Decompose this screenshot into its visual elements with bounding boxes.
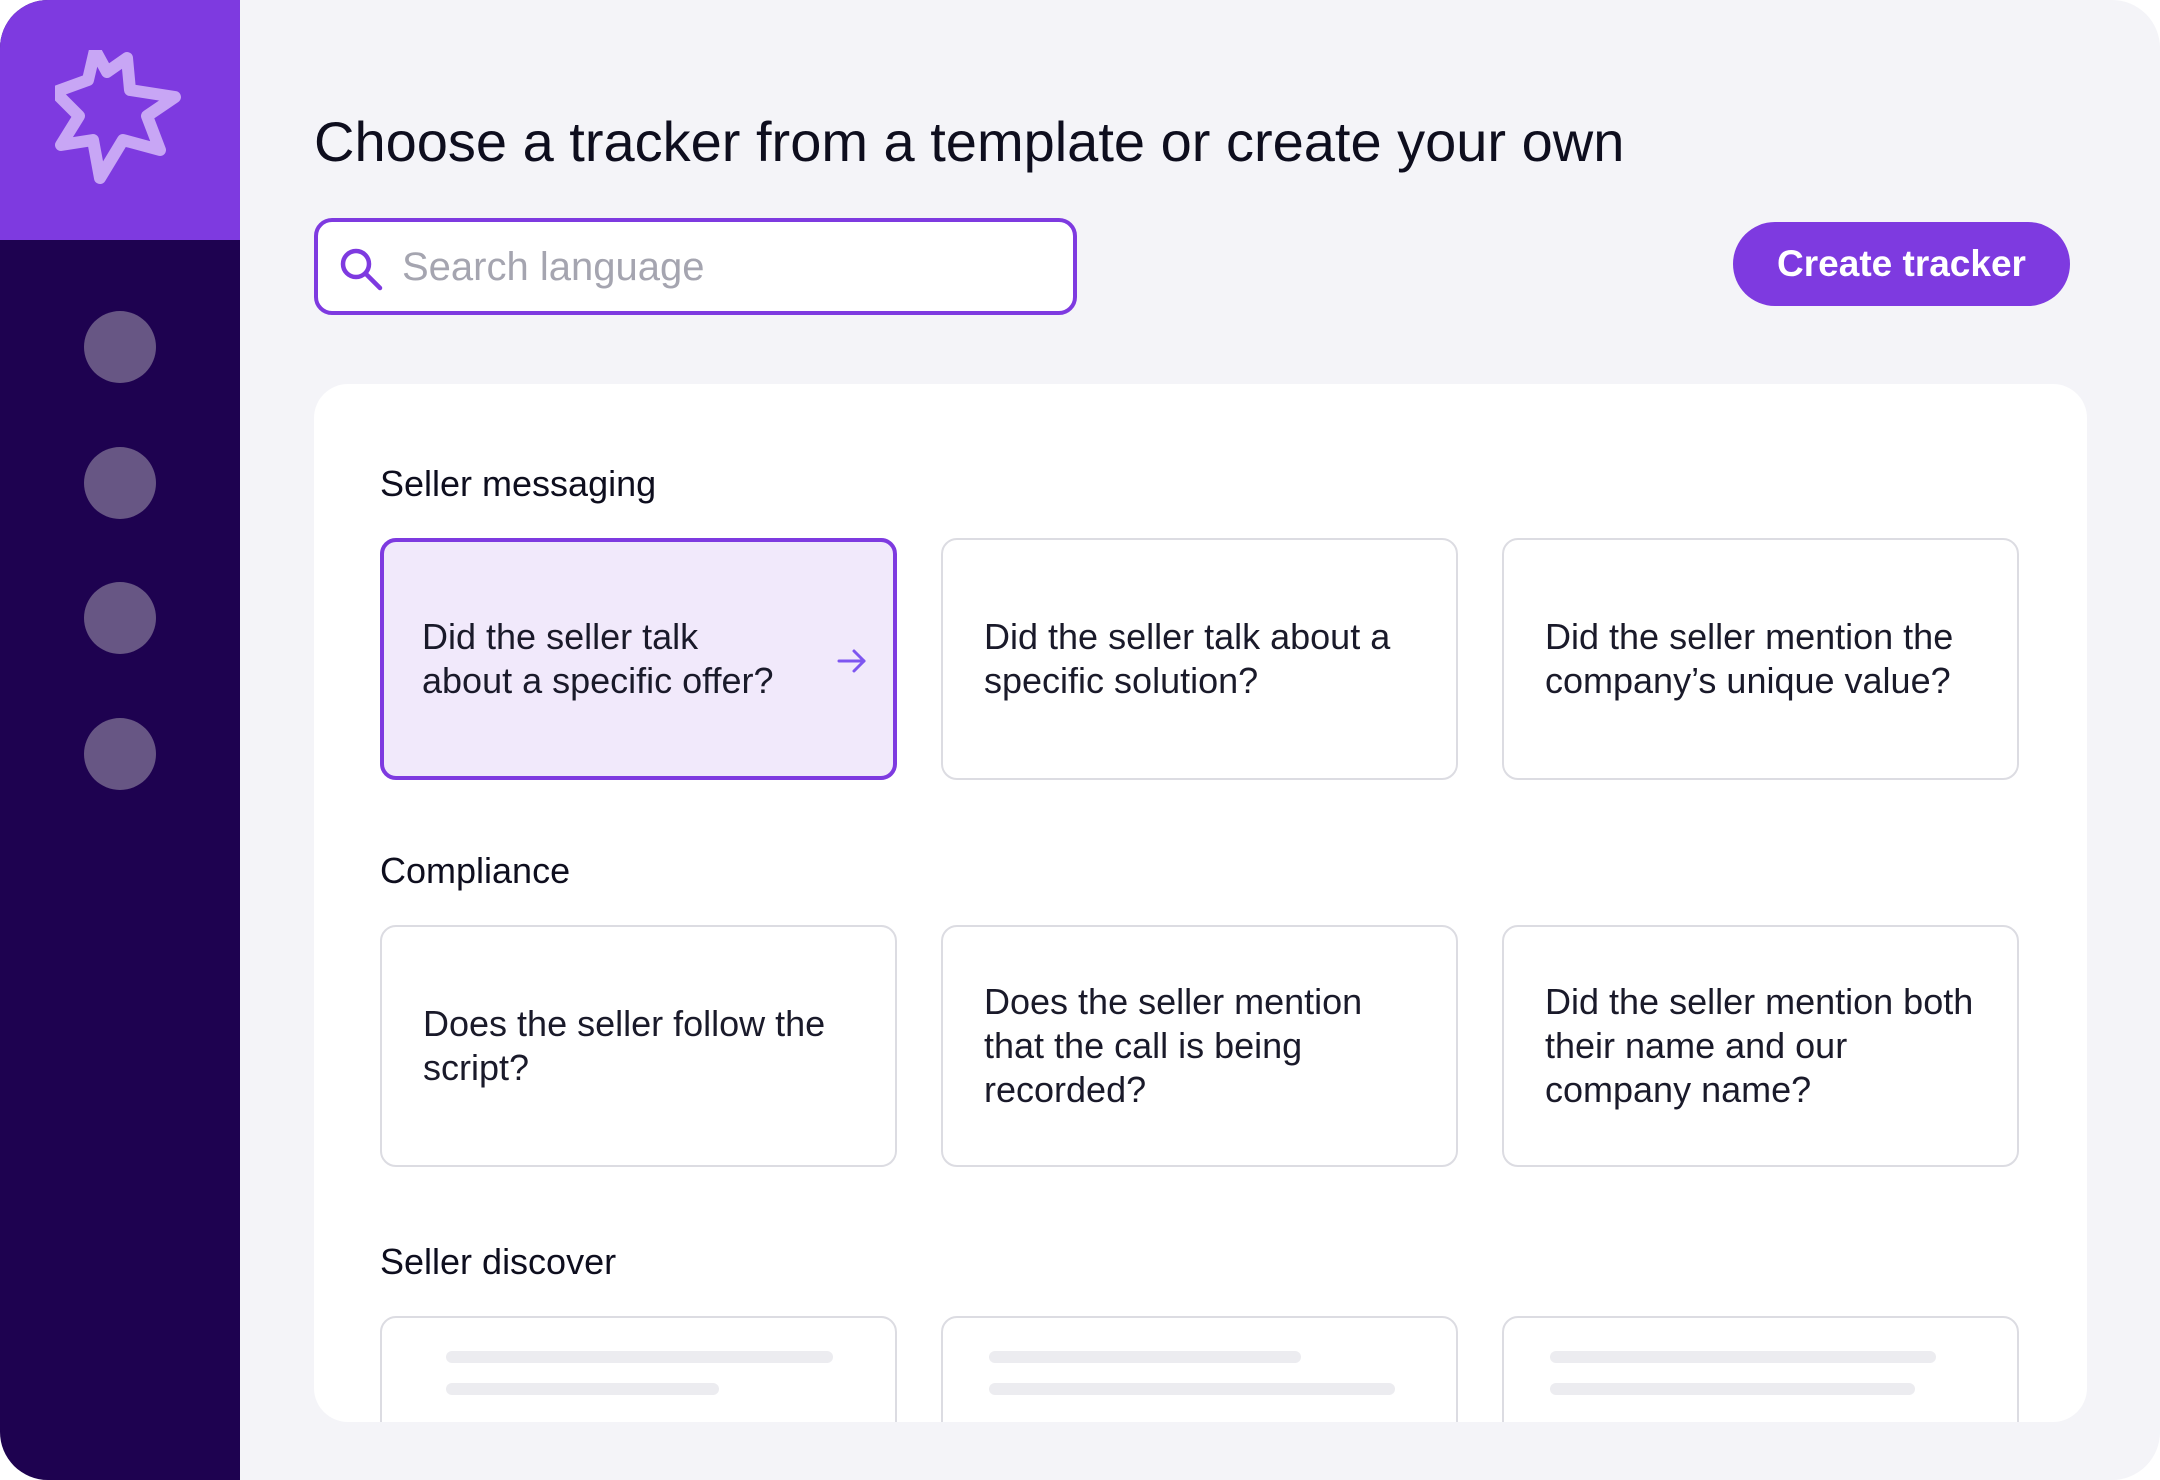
template-card-name-and-company[interactable]: Did the seller mention both their name a… xyxy=(1502,925,2019,1167)
template-card-unique-value[interactable]: Did the seller mention the company’s uni… xyxy=(1502,538,2019,780)
starburst-logo-icon xyxy=(55,50,181,184)
skeleton-line xyxy=(1550,1383,1915,1395)
skeleton-line xyxy=(989,1383,1395,1395)
skeleton-card xyxy=(380,1316,897,1422)
sidebar xyxy=(0,0,240,1480)
skeleton-line xyxy=(1550,1351,1936,1363)
card-text: Did the seller mention the company’s uni… xyxy=(1545,616,1954,701)
search-box[interactable] xyxy=(314,218,1077,315)
app-window: Choose a tracker from a template or crea… xyxy=(0,0,2160,1480)
template-card-follow-script[interactable]: Does the seller follow the script? xyxy=(380,925,897,1167)
card-text: Did the seller mention both their name a… xyxy=(1545,981,1974,1110)
template-card-call-recorded[interactable]: Does the seller mention that the call is… xyxy=(941,925,1458,1167)
template-card-specific-solution[interactable]: Did the seller talk about a specific sol… xyxy=(941,538,1458,780)
skeleton-card xyxy=(941,1316,1458,1422)
skeleton-card xyxy=(1502,1316,2019,1422)
template-card-specific-offer[interactable]: Did the seller talk about a specific off… xyxy=(380,538,897,780)
page-title: Choose a tracker from a template or crea… xyxy=(314,110,1625,173)
skeleton-line xyxy=(989,1351,1301,1363)
search-input[interactable] xyxy=(402,232,1052,302)
template-panel: Seller messaging Did the seller talk abo… xyxy=(314,384,2087,1422)
nav-item-4[interactable] xyxy=(84,718,156,790)
nav-item-3[interactable] xyxy=(84,582,156,654)
section-title-seller-discover: Seller discover xyxy=(380,1241,617,1282)
skeleton-line xyxy=(446,1351,833,1363)
arrow-right-icon xyxy=(837,649,866,673)
search-icon xyxy=(340,248,383,291)
skeleton-line xyxy=(446,1383,719,1395)
card-text: Does the seller mention that the call is… xyxy=(984,981,1363,1110)
nav-item-1[interactable] xyxy=(84,311,156,383)
card-text: Did the seller talk about a specific off… xyxy=(422,616,774,701)
card-text: Does the seller follow the script? xyxy=(423,1003,826,1088)
section-title-compliance: Compliance xyxy=(380,850,571,891)
section-title-seller-messaging: Seller messaging xyxy=(380,463,657,504)
card-text: Did the seller talk about a specific sol… xyxy=(984,616,1391,701)
nav-item-2[interactable] xyxy=(84,447,156,519)
logo-box[interactable] xyxy=(0,0,240,240)
create-tracker-button[interactable]: Create tracker xyxy=(1733,222,2070,306)
